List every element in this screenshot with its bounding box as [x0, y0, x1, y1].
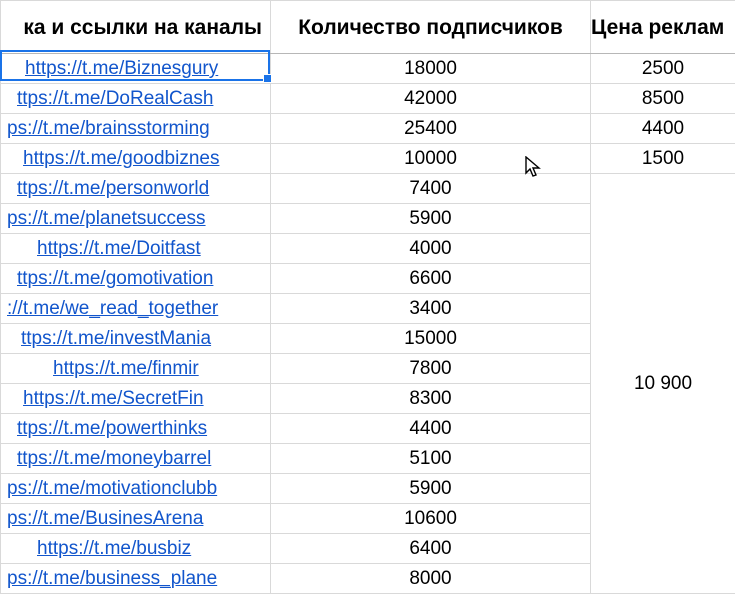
header-links[interactable]: ка и ссылки на каналы — [1, 1, 271, 54]
cell-subscribers[interactable]: 18000 — [271, 54, 591, 84]
cell-link[interactable]: ps://t.me/business_plane — [1, 564, 271, 594]
cell-subscribers[interactable]: 3400 — [271, 294, 591, 324]
cell-subscribers[interactable]: 4400 — [271, 414, 591, 444]
channel-link[interactable]: ttps://t.me/gomotivation — [17, 268, 213, 289]
cell-subscribers[interactable]: 8300 — [271, 384, 591, 414]
cell-subscribers[interactable]: 7800 — [271, 354, 591, 384]
channel-link[interactable]: ttps://t.me/personworld — [17, 178, 209, 199]
channel-link[interactable]: ://t.me/we_read_together — [7, 298, 218, 319]
channel-link[interactable]: https://t.me/SecretFin — [23, 388, 204, 409]
cell-subscribers[interactable]: 6400 — [271, 534, 591, 564]
table-row: ps://t.me/brainsstorming 254004400 — [1, 114, 735, 144]
cell-link[interactable]: https://t.me/busbiz — [1, 534, 271, 564]
channel-link[interactable]: ps://t.me/business_plane — [7, 568, 217, 589]
cell-subscribers[interactable]: 5900 — [271, 204, 591, 234]
cell-link[interactable]: ps://t.me/brainsstorming — [1, 114, 271, 144]
cell-link[interactable]: ps://t.me/planetsuccess — [1, 204, 271, 234]
channel-link[interactable]: https://t.me/busbiz — [37, 538, 191, 559]
cell-link[interactable]: ttps://t.me/personworld — [1, 174, 271, 204]
cell-subscribers[interactable]: 7400 — [271, 174, 591, 204]
channel-link[interactable]: https://t.me/Doitfast — [37, 238, 201, 259]
table-row: https://t.me/Biznesgury 180002500 — [1, 54, 735, 84]
cell-subscribers[interactable]: 8000 — [271, 564, 591, 594]
channel-link[interactable]: ttps://t.me/investMania — [21, 328, 211, 349]
cell-link[interactable]: ttps://t.me/powerthinks — [1, 414, 271, 444]
cell-link[interactable]: https://t.me/Biznesgury — [1, 54, 271, 84]
cell-subscribers[interactable]: 10000 — [271, 144, 591, 174]
cell-subscribers[interactable]: 15000 — [271, 324, 591, 354]
channel-link[interactable]: https://t.me/finmir — [53, 358, 199, 379]
cell-subscribers[interactable]: 42000 — [271, 84, 591, 114]
cell-link[interactable]: ttps://t.me/moneybarrel — [1, 444, 271, 474]
cell-subscribers[interactable]: 5100 — [271, 444, 591, 474]
header-row: ка и ссылки на каналы Количество подписч… — [1, 1, 735, 54]
channel-link[interactable]: https://t.me/goodbiznes — [23, 148, 219, 169]
channel-link[interactable]: ps://t.me/BusinesArena — [7, 508, 203, 529]
cell-link[interactable]: ttps://t.me/DoRealCash — [1, 84, 271, 114]
channel-link[interactable]: ps://t.me/planetsuccess — [7, 208, 206, 229]
channel-link[interactable]: ps://t.me/brainsstorming — [7, 118, 210, 139]
cell-subscribers[interactable]: 10600 — [271, 504, 591, 534]
cell-link[interactable]: https://t.me/SecretFin — [1, 384, 271, 414]
spreadsheet-viewport: ка и ссылки на каналы Количество подписч… — [0, 0, 735, 594]
cell-link[interactable]: ps://t.me/BusinesArena — [1, 504, 271, 534]
header-subscribers[interactable]: Количество подписчиков — [271, 1, 591, 54]
cell-subscribers[interactable]: 6600 — [271, 264, 591, 294]
cell-link[interactable]: https://t.me/finmir — [1, 354, 271, 384]
data-table[interactable]: ка и ссылки на каналы Количество подписч… — [0, 0, 735, 594]
cell-price[interactable]: 2500 — [591, 54, 735, 84]
cell-link[interactable]: ttps://t.me/investMania — [1, 324, 271, 354]
cell-price-merged[interactable]: 10 900 — [591, 174, 735, 594]
cell-price[interactable]: 4400 — [591, 114, 735, 144]
table-row: ttps://t.me/personworld740010 900 — [1, 174, 735, 204]
table-row: ttps://t.me/DoRealCash 420008500 — [1, 84, 735, 114]
cell-link[interactable]: ttps://t.me/gomotivation — [1, 264, 271, 294]
cell-subscribers[interactable]: 25400 — [271, 114, 591, 144]
cell-link[interactable]: ://t.me/we_read_together — [1, 294, 271, 324]
header-price[interactable]: Цена реклам — [591, 1, 735, 54]
table-body: https://t.me/Biznesgury180002500ttps://t… — [1, 54, 735, 594]
cell-subscribers[interactable]: 4000 — [271, 234, 591, 264]
cell-link[interactable]: ps://t.me/motivationclubb — [1, 474, 271, 504]
cell-subscribers[interactable]: 5900 — [271, 474, 591, 504]
cell-link[interactable]: https://t.me/goodbiznes — [1, 144, 271, 174]
channel-link[interactable]: ttps://t.me/moneybarrel — [17, 448, 211, 469]
channel-link[interactable]: https://t.me/Biznesgury — [25, 58, 218, 79]
cell-price[interactable]: 8500 — [591, 84, 735, 114]
channel-link[interactable]: ps://t.me/motivationclubb — [7, 478, 217, 499]
cell-price[interactable]: 1500 — [591, 144, 735, 174]
table-row: https://t.me/goodbiznes 100001500 — [1, 144, 735, 174]
channel-link[interactable]: ttps://t.me/powerthinks — [17, 418, 207, 439]
channel-link[interactable]: ttps://t.me/DoRealCash — [17, 88, 213, 109]
cell-link[interactable]: https://t.me/Doitfast — [1, 234, 271, 264]
